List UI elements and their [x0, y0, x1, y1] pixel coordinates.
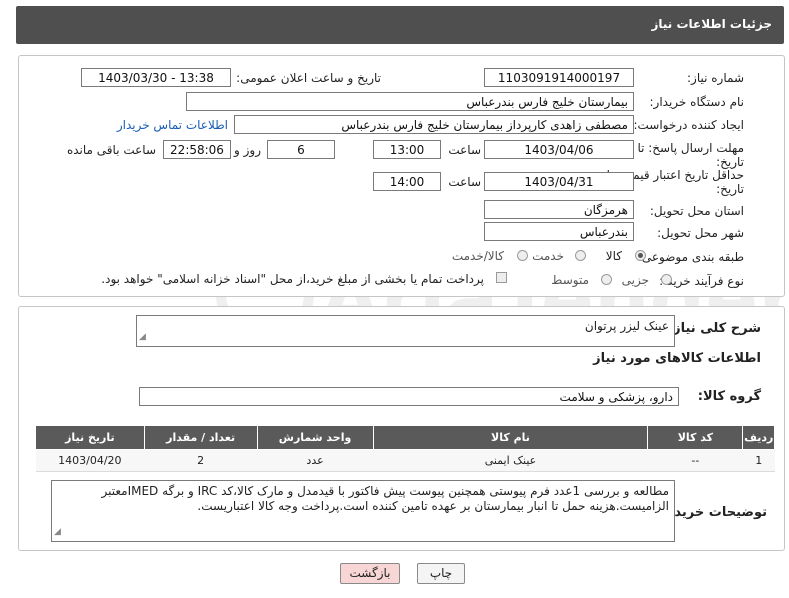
- th-unit: واحد شمارش: [256, 425, 374, 450]
- group-label: گروه کالا:: [697, 389, 761, 404]
- back-button[interactable]: بازگشت: [340, 563, 400, 584]
- process-radio-medium[interactable]: [601, 274, 612, 285]
- table-row[interactable]: 1 -- عینک ایمنی عدد 2 1403/04/20: [35, 449, 775, 472]
- price-time-field[interactable]: 14:00: [373, 172, 441, 191]
- reply-deadline-label-date: تاریخ:: [716, 155, 744, 169]
- table-header-row: ردیف کد کالا نام کالا واحد شمارش تعداد /…: [35, 425, 775, 450]
- need-number-label: شماره نیاز:: [687, 71, 744, 85]
- province-label: استان محل تحویل:: [649, 204, 744, 218]
- cell-need-date: 1403/04/20: [35, 449, 145, 472]
- days-field[interactable]: 6: [267, 140, 335, 159]
- cell-goods-name: عینک ایمنی: [373, 449, 648, 472]
- process-option-medium: متوسط: [551, 273, 589, 287]
- price-time-label: ساعت: [448, 175, 481, 189]
- page-title: جزئیات اطلاعات نیاز: [651, 17, 772, 31]
- category-radio-goods[interactable]: [635, 250, 646, 261]
- th-row-number: ردیف: [742, 425, 775, 450]
- th-need-date: تاریخ نیاز: [35, 425, 145, 450]
- category-option-goods: کالا: [605, 249, 622, 263]
- reply-time-field[interactable]: 13:00: [373, 140, 441, 159]
- city-field[interactable]: بندرعباس: [484, 222, 634, 241]
- resize-grip-icon: ◢: [139, 332, 146, 342]
- announce-field[interactable]: 1403/03/30 - 13:38: [81, 68, 231, 87]
- category-radio-service[interactable]: [575, 250, 586, 261]
- th-goods-code: کد کالا: [647, 425, 744, 450]
- cell-row-number: 1: [742, 449, 775, 472]
- process-radio-minor[interactable]: [661, 274, 672, 285]
- category-option-both: کالا/خدمت: [451, 249, 504, 263]
- goods-table: ردیف کد کالا نام کالا واحد شمارش تعداد /…: [35, 425, 775, 472]
- cell-quantity: 2: [144, 449, 258, 472]
- reply-time-label: ساعت: [448, 143, 481, 157]
- reply-deadline-label: مهلت ارسال پاسخ: تا: [637, 141, 744, 155]
- process-label: نوع فرآیند خرید :: [659, 274, 744, 288]
- buyer-contact-link[interactable]: اطلاعات تماس خریدار: [117, 118, 228, 132]
- buyer-notes-text: مطالعه و بررسی 1عدد فرم پیوستی همچنین پی…: [101, 484, 669, 513]
- th-goods-name: نام کالا: [372, 425, 649, 450]
- th-quantity: تعداد / مقدار: [143, 425, 258, 450]
- reply-date-field[interactable]: 1403/04/06: [484, 140, 634, 159]
- page-header: جزئیات اطلاعات نیاز: [16, 6, 784, 44]
- process-note: پرداخت تمام یا بخشی از مبلغ خرید،از محل …: [101, 272, 484, 286]
- buyer-notes-textarea[interactable]: مطالعه و بررسی 1عدد فرم پیوستی همچنین پی…: [51, 480, 675, 542]
- print-button[interactable]: چاپ: [417, 563, 465, 584]
- treasury-checkbox[interactable]: [496, 272, 507, 283]
- province-field[interactable]: هرمزگان: [484, 200, 634, 219]
- category-option-service: خدمت: [532, 249, 564, 263]
- creator-field[interactable]: مصطفی زاهدی کارپرداز بیمارستان خلیج فارس…: [234, 115, 634, 134]
- city-label: شهر محل تحویل:: [657, 226, 744, 240]
- need-number-field[interactable]: 1103091914000197: [484, 68, 634, 87]
- buyer-org-field[interactable]: بیمارستان خلیج فارس بندرعباس: [186, 92, 634, 111]
- remaining-time-field[interactable]: 22:58:06: [163, 140, 231, 159]
- category-radio-both[interactable]: [517, 250, 528, 261]
- creator-label: ایجاد کننده درخواست:: [633, 118, 744, 132]
- cell-unit: عدد: [257, 449, 374, 472]
- goods-info-title: اطلاعات کالاهای مورد نیاز: [593, 351, 761, 366]
- group-field[interactable]: دارو، پزشکی و سلامت: [139, 387, 679, 406]
- cell-goods-code: --: [647, 449, 743, 472]
- buyer-org-label: نام دستگاه خریدار:: [649, 95, 745, 109]
- announce-label: تاریخ و ساعت اعلان عمومی:: [236, 71, 381, 85]
- resize-grip-icon: ◢: [54, 527, 61, 537]
- price-validity-label-date: تاریخ:: [716, 182, 744, 196]
- category-label: طبقه بندی موضوعی:: [637, 250, 744, 264]
- summary-text: عینک لیزر پرتوان: [584, 319, 669, 333]
- summary-label: شرح کلی نیاز:: [667, 321, 761, 336]
- price-date-field[interactable]: 1403/04/31: [484, 172, 634, 191]
- remaining-label: ساعت باقی مانده: [66, 143, 156, 157]
- days-label: روز و: [234, 143, 261, 157]
- process-option-minor: جزیی: [621, 273, 649, 287]
- summary-textarea[interactable]: عینک لیزر پرتوان ◢: [136, 315, 675, 347]
